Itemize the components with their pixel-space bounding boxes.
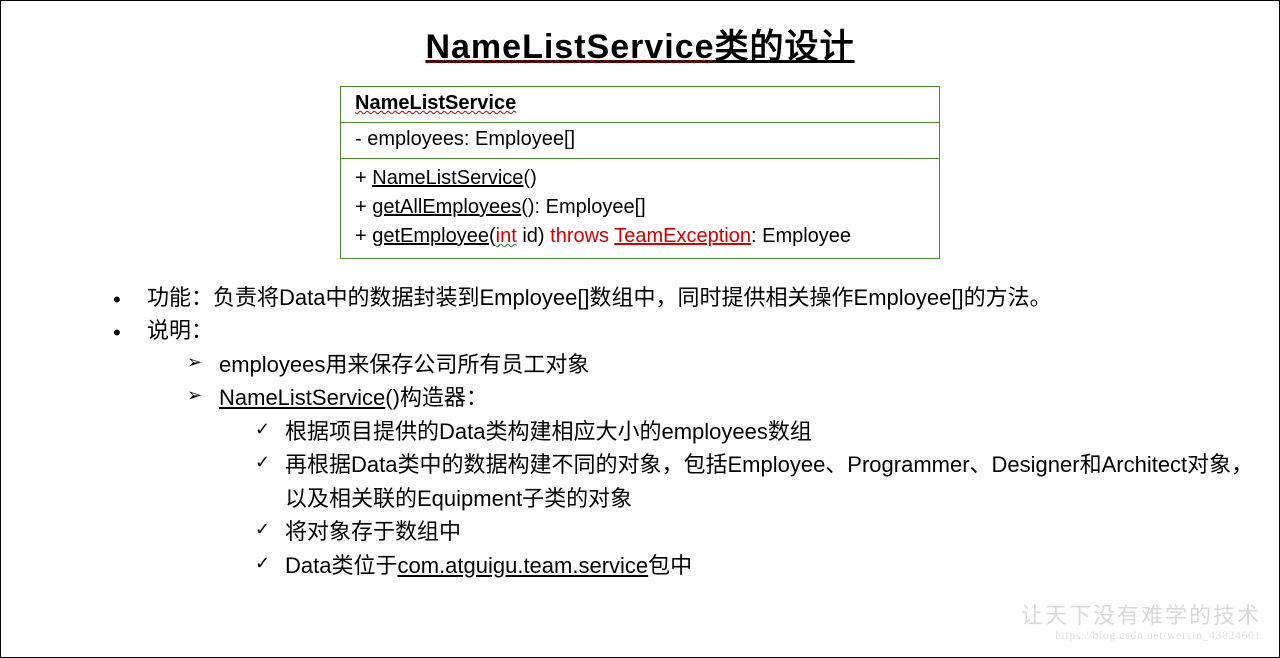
check-1: 根据项目提供的Data类构建相应大小的employees数组 xyxy=(255,415,1271,448)
check-3: 将对象存于数组中 xyxy=(255,515,1271,548)
uml-class-name: NameListService xyxy=(341,87,939,123)
watermark: 让天下没有难学的技术 https://blog.csdn.net/weixin_… xyxy=(1021,598,1261,643)
sub-constructor: NameListService()构造器： 根据项目提供的Data类构建相应大小… xyxy=(187,381,1271,582)
uml-class-box: NameListService - employees: Employee[] … xyxy=(340,86,940,259)
watermark-url: https://blog.csdn.net/weixin_43824601 xyxy=(1021,628,1261,643)
uml-method-2: + getAllEmployees(): Employee[] xyxy=(355,193,925,222)
bullet-description: 说明： employees用来保存公司所有员工对象 NameListServic… xyxy=(113,314,1271,582)
uml-method-3: + getEmployee(int id) throws TeamExcepti… xyxy=(355,222,925,251)
check-4: Data类位于com.atguigu.team.service包中 xyxy=(255,549,1271,582)
title-chinese: 类的设计 xyxy=(715,28,855,66)
title-english: NameListService xyxy=(425,28,714,66)
check-2: 再根据Data类中的数据构建不同的对象，包括Employee、Programme… xyxy=(255,448,1271,515)
watermark-text: 让天下没有难学的技术 xyxy=(1021,598,1261,630)
sub-employees: employees用来保存公司所有员工对象 xyxy=(187,348,1271,381)
uml-method-1: + NameListService() xyxy=(355,164,925,193)
content-body: 功能：负责将Data中的数据封装到Employee[]数组中，同时提供相关操作E… xyxy=(1,281,1279,582)
uml-fields: - employees: Employee[] xyxy=(341,123,939,159)
bullet-function: 功能：负责将Data中的数据封装到Employee[]数组中，同时提供相关操作E… xyxy=(113,281,1271,314)
slide-title: NameListService类的设计 xyxy=(1,19,1279,68)
uml-methods: + NameListService() + getAllEmployees():… xyxy=(341,159,939,258)
